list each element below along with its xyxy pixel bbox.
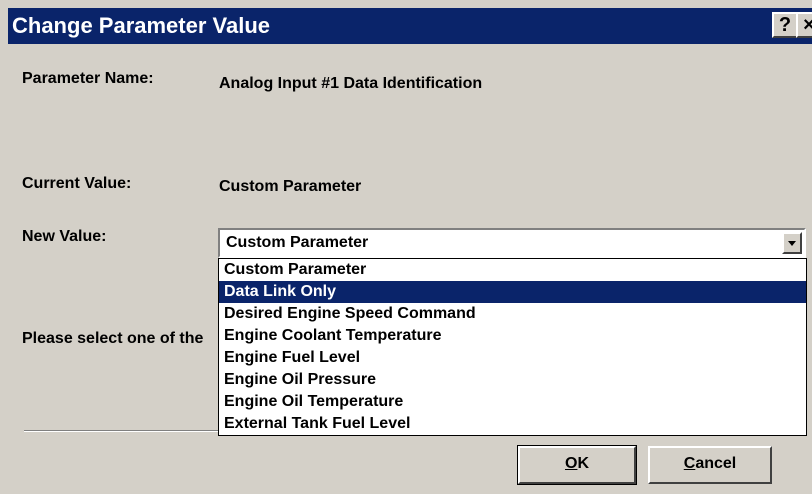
dropdown-option[interactable]: Custom Parameter — [219, 259, 806, 281]
instruction-text: Please select one of the — [22, 330, 204, 347]
cancel-button[interactable]: Cancel — [648, 446, 772, 484]
current-value-label: Current Value: — [22, 175, 132, 192]
parameter-name-label: Parameter Name: — [22, 70, 154, 87]
dropdown-option[interactable]: Engine Fuel Level — [219, 347, 806, 369]
combobox-dropdown-button[interactable] — [782, 232, 802, 254]
close-icon: × — [803, 14, 812, 36]
cancel-mnemonic: C — [683, 455, 696, 472]
new-value-label: New Value: — [22, 228, 107, 245]
new-value-dropdown-list[interactable]: Custom Parameter Data Link Only Desired … — [218, 258, 807, 436]
window-title: Change Parameter Value — [12, 13, 271, 38]
cancel-label-rest: ancel — [695, 455, 737, 472]
ok-button[interactable]: OK — [517, 445, 637, 485]
dropdown-option[interactable]: Engine Oil Pressure — [219, 369, 806, 391]
dropdown-option[interactable]: External Tank Fuel Level — [219, 413, 806, 435]
help-button[interactable]: ? — [772, 12, 798, 38]
combobox-selected-value: Custom Parameter — [226, 234, 369, 251]
help-icon: ? — [778, 14, 792, 36]
chevron-down-icon — [788, 241, 796, 246]
separator-line — [24, 430, 218, 432]
title-bar[interactable]: Change Parameter Value ? × — [8, 8, 812, 44]
new-value-combobox[interactable]: Custom Parameter — [218, 228, 806, 258]
current-value-value: Custom Parameter — [219, 178, 362, 195]
ok-label-rest: K — [577, 455, 589, 472]
close-button[interactable]: × — [796, 12, 812, 38]
dropdown-option[interactable]: Engine Oil Temperature — [219, 391, 806, 413]
dropdown-option[interactable]: Engine Coolant Temperature — [219, 325, 806, 347]
change-parameter-dialog: Change Parameter Value ? × Parameter Nam… — [0, 0, 812, 494]
parameter-name-value: Analog Input #1 Data Identification — [219, 75, 483, 92]
ok-mnemonic: O — [564, 455, 578, 472]
dropdown-option[interactable]: Desired Engine Speed Command — [219, 303, 806, 325]
dropdown-option-highlighted[interactable]: Data Link Only — [219, 281, 806, 303]
